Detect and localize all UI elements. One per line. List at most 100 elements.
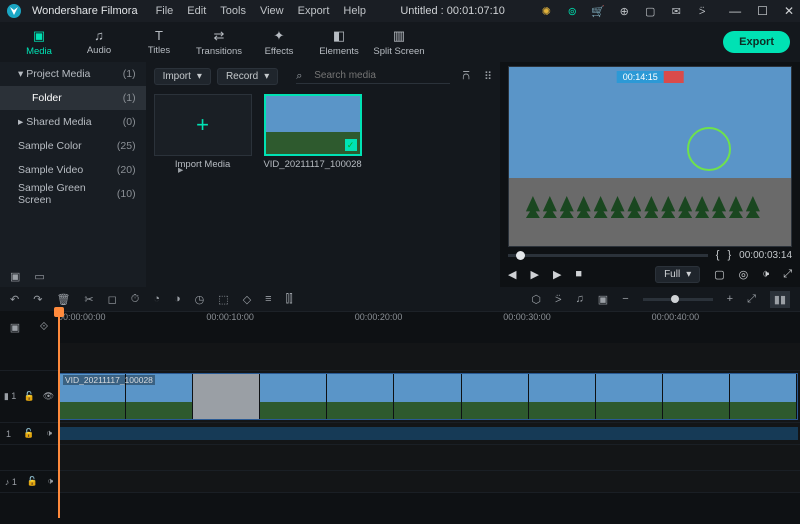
tab-titles[interactable]: TTitles	[130, 22, 188, 62]
track-manager-button[interactable]: ▮▮	[770, 291, 790, 308]
titlebar-actions: ✺ ⊚ 🛒 ⊕ ▢ ✉ ⍩	[539, 4, 709, 18]
snapshot-icon[interactable]: ◎	[739, 268, 749, 281]
audio-clip[interactable]	[58, 427, 798, 440]
new-folder-icon[interactable]: ▣	[10, 270, 20, 283]
menu-tools[interactable]: Tools	[220, 5, 246, 17]
quality-dropdown[interactable]: Full ▾	[655, 266, 700, 283]
selected-check-icon: ✓	[345, 139, 357, 151]
detect-button[interactable]: ⬚	[218, 293, 228, 306]
tab-split-screen[interactable]: ▥Split Screen	[370, 22, 428, 62]
sidebar-item-folder[interactable]: Folder(1)	[0, 86, 146, 110]
split-button[interactable]: ✂	[84, 293, 93, 306]
tab-audio[interactable]: ♫Audio	[70, 22, 128, 62]
globe-icon[interactable]: ⊕	[617, 4, 631, 18]
audio-adjust-button[interactable]: ⫿⫿	[286, 293, 293, 306]
minimize-button[interactable]: —	[729, 4, 741, 18]
mute-icon[interactable]: 🕩	[46, 428, 52, 439]
sidebar-item-sample-color[interactable]: Sample Color(25)	[0, 134, 146, 158]
lock-icon[interactable]: 🔓	[27, 476, 38, 487]
splitscreen-icon: ▥	[393, 28, 405, 44]
mixer-icon[interactable]: ♫	[576, 293, 584, 305]
color-button[interactable]: ◔	[153, 293, 160, 305]
lightbulb-icon[interactable]: ✺	[539, 4, 553, 18]
fullscreen-icon[interactable]: ⤢	[783, 268, 792, 281]
export-button[interactable]: Export	[723, 31, 790, 53]
zoom-in-button[interactable]: +	[727, 293, 733, 305]
undo-button[interactable]: ↶	[10, 293, 19, 306]
render-icon[interactable]: ▣	[598, 293, 608, 306]
audio-track-body[interactable]	[58, 423, 800, 444]
timer-button[interactable]: ◷	[195, 293, 205, 306]
zoom-slider[interactable]	[643, 298, 713, 301]
voiceover-icon[interactable]: ⍩	[555, 293, 562, 306]
crop-button[interactable]: ◻	[108, 293, 117, 306]
menu-view[interactable]: View	[260, 5, 284, 17]
track-video-label: ▮ 1	[4, 391, 16, 402]
sidebar-item-project-media[interactable]: ▾ Project Media(1)	[0, 62, 146, 86]
scope-overlay-icon	[687, 127, 731, 171]
tab-elements[interactable]: ◧Elements	[310, 22, 368, 62]
green-screen-button[interactable]: ◑	[174, 293, 181, 305]
menu-file[interactable]: File	[156, 5, 174, 17]
scrub-handle[interactable]	[516, 251, 525, 260]
video-clip[interactable]: VID_20211117_100028	[58, 373, 798, 420]
tab-media[interactable]: ▣Media	[10, 22, 68, 62]
mail-icon[interactable]: ✉	[669, 4, 683, 18]
timeline-ruler[interactable]: 00:00:00:00 00:00:10:00 00:00:20:00 00:0…	[58, 311, 800, 343]
menu-edit[interactable]: Edit	[187, 5, 206, 17]
spacer-track	[0, 445, 800, 471]
display-icon[interactable]: ▢	[714, 268, 724, 281]
visibility-icon[interactable]: 👁	[43, 391, 54, 402]
redo-button[interactable]: ↷	[33, 293, 42, 306]
import-media-tile[interactable]: + Import Media	[154, 94, 252, 170]
filter-icon[interactable]: ⩃	[462, 70, 470, 83]
speed-button[interactable]: ⏱	[131, 293, 140, 306]
import-dropdown[interactable]: Import▾	[154, 68, 211, 85]
maximize-button[interactable]: ☐	[757, 4, 768, 18]
stop-button[interactable]: ■	[575, 268, 582, 280]
fit-button[interactable]: ⤢	[747, 293, 756, 306]
menu-export[interactable]: Export	[298, 5, 330, 17]
mark-in-icon[interactable]: {	[716, 249, 720, 261]
menu-help[interactable]: Help	[343, 5, 366, 17]
lock-icon[interactable]: 🔓	[23, 428, 34, 439]
timeline-tracks: ▮ 1 🔓 👁 VID_20211117_100028 1 🔓 🕩 ♪ 1 🔓 …	[0, 343, 800, 493]
tab-transitions[interactable]: ⇄Transitions	[190, 22, 248, 62]
record-dropdown[interactable]: Record▾	[217, 68, 278, 85]
sidebar-item-shared-media[interactable]: ▸ Shared Media(0)	[0, 110, 146, 134]
save-icon[interactable]: ▢	[643, 4, 657, 18]
mute-icon[interactable]: 🕩	[47, 476, 53, 487]
zoom-out-button[interactable]: −	[622, 293, 628, 305]
search-input[interactable]	[296, 68, 450, 84]
lock-icon[interactable]: 🔓	[24, 391, 35, 402]
align-button[interactable]: ≡	[265, 293, 271, 305]
close-button[interactable]: ✕	[784, 4, 794, 18]
timer-red	[664, 71, 684, 83]
mark-out-icon[interactable]: }	[727, 249, 731, 261]
preview-viewport[interactable]: 00:14:15	[508, 66, 792, 247]
keyframe-button[interactable]: ◇	[243, 293, 251, 306]
preview-scrubber[interactable]: { } 00:00:03:14	[508, 247, 792, 263]
music-track-body[interactable]	[58, 471, 800, 492]
cart-icon[interactable]: 🛒	[591, 4, 605, 18]
video-track-body[interactable]: VID_20211117_100028	[58, 371, 800, 422]
link-icon[interactable]: ⟐	[40, 321, 49, 334]
add-track-icon[interactable]: ▣	[10, 321, 20, 334]
sidebar-item-sample-video[interactable]: Sample Video(20)▸	[0, 158, 146, 182]
grid-view-icon[interactable]: ⠿	[484, 70, 492, 83]
ruler-tick: 00:00:40:00	[652, 312, 700, 322]
sidebar-item-sample-green[interactable]: Sample Green Screen(10)	[0, 182, 146, 206]
play-button[interactable]: ▶	[553, 268, 561, 281]
next-frame-button[interactable]: ▶	[530, 268, 538, 281]
folder-icon[interactable]: ▭	[34, 270, 44, 283]
tab-effects[interactable]: ✦Effects	[250, 22, 308, 62]
headphones-icon[interactable]: ⊚	[565, 4, 579, 18]
video-track: ▮ 1 🔓 👁 VID_20211117_100028	[0, 371, 800, 423]
prev-frame-button[interactable]: ◀	[508, 268, 516, 281]
playhead[interactable]	[58, 311, 60, 518]
mic-icon[interactable]: ⍩	[695, 4, 709, 18]
volume-icon[interactable]: 🕩	[762, 268, 769, 281]
delete-button[interactable]: 🗑	[56, 293, 70, 306]
marker-icon[interactable]: ⬡	[531, 293, 541, 306]
media-clip-tile[interactable]: ✓ VID_20211117_100028	[264, 94, 362, 170]
